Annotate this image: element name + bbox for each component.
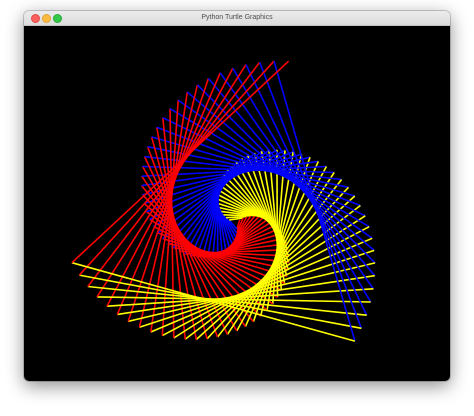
turtle-canvas[interactable] [24, 26, 450, 381]
spiral-line [225, 215, 247, 219]
spiral-line [71, 261, 356, 342]
turtle-window: Python Turtle Graphics [24, 11, 450, 381]
title-bar[interactable]: Python Turtle Graphics [24, 11, 450, 26]
spiral-line [116, 72, 221, 315]
spiral-line [273, 60, 356, 342]
spiral-lines [71, 60, 376, 342]
window-title: Python Turtle Graphics [201, 14, 273, 21]
spiral-line [258, 62, 363, 329]
spiral-drawing [71, 60, 376, 342]
